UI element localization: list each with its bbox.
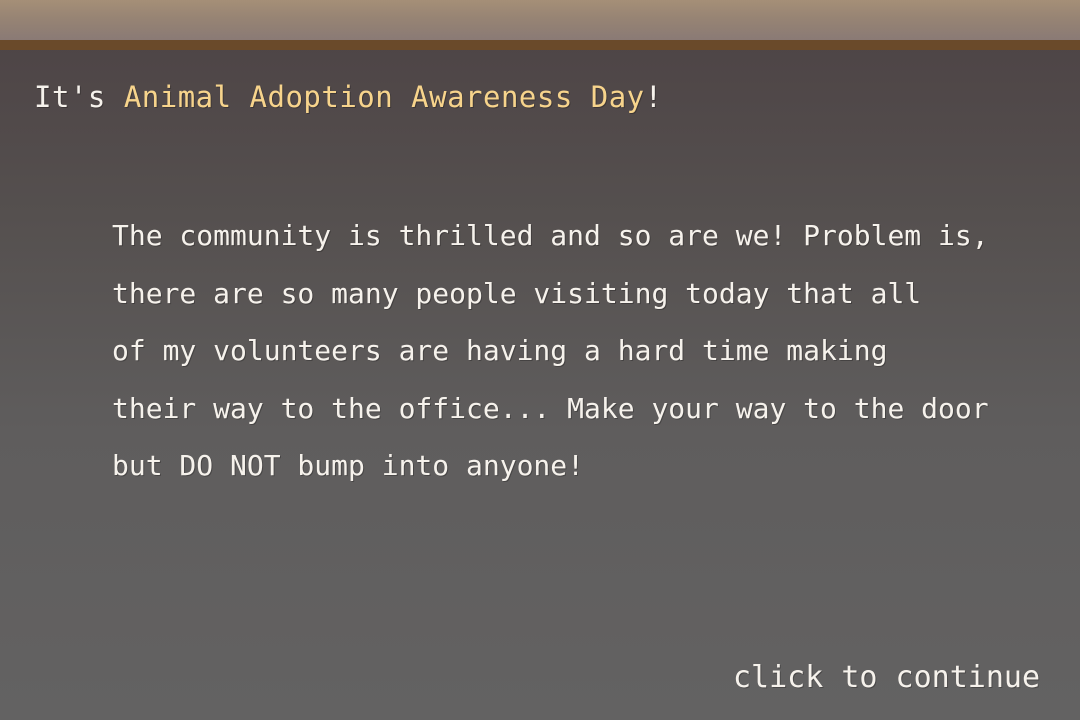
- message-line: but DO NOT bump into anyone!: [112, 449, 585, 482]
- headline-prefix: It's: [34, 80, 124, 114]
- header-band: [0, 0, 1080, 40]
- dialog-message: The community is thrilled and so are we!…: [112, 207, 1032, 495]
- header-stripe: [0, 40, 1080, 50]
- dialog-headline: It's Animal Adoption Awareness Day!: [34, 80, 663, 114]
- message-line: The community is thrilled and so are we!…: [112, 219, 989, 252]
- message-line: their way to the office... Make your way…: [112, 391, 989, 425]
- message-line: of my volunteers are having a hard time …: [112, 334, 888, 367]
- headline-suffix: !: [644, 80, 663, 114]
- continue-prompt[interactable]: click to continue: [733, 660, 1040, 695]
- headline-event-name: Animal Adoption Awareness Day: [123, 80, 645, 114]
- message-line: there are so many people visiting today …: [112, 276, 922, 310]
